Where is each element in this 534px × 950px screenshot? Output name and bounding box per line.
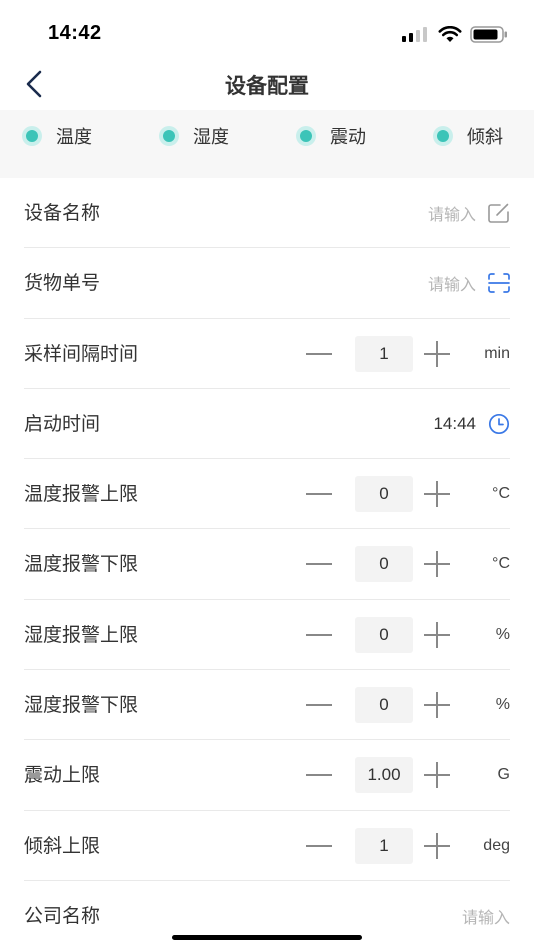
edit-icon[interactable] bbox=[488, 202, 510, 224]
wifi-icon bbox=[438, 25, 462, 42]
humidity-lower-value[interactable]: 0 bbox=[355, 687, 413, 724]
minus-icon[interactable] bbox=[302, 547, 336, 581]
minus-icon[interactable] bbox=[302, 829, 336, 863]
config-form: 设备名称 请输入 货物单号 请输入 采样间隔时间 1 min 启动时间 14:4… bbox=[0, 178, 534, 950]
home-indicator[interactable] bbox=[172, 935, 362, 940]
sensor-option-humidity[interactable]: 湿度 bbox=[159, 123, 229, 149]
plus-icon[interactable] bbox=[420, 547, 454, 581]
plus-icon[interactable] bbox=[420, 758, 454, 792]
unit-label: min bbox=[484, 344, 510, 362]
field-label: 公司名称 bbox=[24, 904, 101, 927]
temp-lower-stepper: 0 °C bbox=[302, 529, 510, 599]
start-time-value[interactable]: 14:44 bbox=[433, 414, 476, 434]
device-name-row: 设备名称 请输入 bbox=[24, 178, 510, 249]
humidity-lower-row: 湿度报警下限 0 % bbox=[24, 670, 510, 741]
status-time: 14:42 bbox=[48, 22, 102, 44]
minus-icon[interactable] bbox=[302, 477, 336, 511]
start-time-row: 启动时间 14:44 bbox=[24, 389, 510, 460]
temp-upper-row: 温度报警上限 0 °C bbox=[24, 459, 510, 530]
minus-icon[interactable] bbox=[302, 688, 336, 722]
humidity-upper-row: 湿度报警上限 0 % bbox=[24, 600, 510, 671]
vibration-upper-row: 震动上限 1.00 G bbox=[24, 740, 510, 811]
radio-checked-icon bbox=[296, 126, 316, 146]
field-label: 湿度报警下限 bbox=[24, 694, 139, 717]
sensor-label: 倾斜 bbox=[467, 127, 503, 148]
status-icons bbox=[402, 25, 508, 43]
plus-icon[interactable] bbox=[420, 337, 454, 371]
status-bar: 14:42 bbox=[0, 0, 534, 60]
tilt-upper-value[interactable]: 1 bbox=[355, 827, 413, 864]
sensor-label: 湿度 bbox=[193, 127, 229, 148]
field-label: 湿度报警上限 bbox=[24, 623, 139, 646]
cargo-number-input[interactable]: 请输入 bbox=[428, 271, 476, 295]
unit-label: % bbox=[495, 625, 510, 643]
sensor-selector: 温度 湿度 震动 倾斜 bbox=[0, 110, 534, 178]
temp-upper-value[interactable]: 0 bbox=[355, 476, 413, 513]
sensor-option-temperature[interactable]: 温度 bbox=[22, 123, 92, 149]
humidity-upper-stepper: 0 % bbox=[302, 600, 510, 670]
minus-icon[interactable] bbox=[302, 618, 336, 652]
unit-label: deg bbox=[483, 836, 510, 854]
battery-icon bbox=[470, 25, 507, 43]
field-label: 货物单号 bbox=[24, 272, 101, 295]
cargo-number-row: 货物单号 请输入 bbox=[24, 248, 510, 319]
field-label: 温度报警下限 bbox=[24, 553, 139, 576]
temp-lower-row: 温度报警下限 0 °C bbox=[24, 529, 510, 600]
sample-interval-value[interactable]: 1 bbox=[355, 335, 413, 372]
radio-checked-icon bbox=[159, 126, 179, 146]
radio-checked-icon bbox=[22, 126, 42, 146]
field-label: 温度报警上限 bbox=[24, 483, 139, 506]
company-name-input[interactable]: 请输入 bbox=[462, 904, 510, 928]
unit-label: % bbox=[495, 696, 510, 714]
field-label: 启动时间 bbox=[24, 412, 101, 435]
sensor-label: 温度 bbox=[56, 127, 92, 148]
temp-upper-stepper: 0 °C bbox=[302, 459, 510, 529]
clock-icon[interactable] bbox=[488, 413, 510, 435]
plus-icon[interactable] bbox=[420, 829, 454, 863]
humidity-lower-stepper: 0 % bbox=[302, 670, 510, 740]
device-name-input[interactable]: 请输入 bbox=[428, 201, 476, 225]
field-label: 采样间隔时间 bbox=[24, 342, 139, 365]
sensor-option-tilt[interactable]: 倾斜 bbox=[433, 123, 503, 149]
sample-interval-stepper: 1 min bbox=[302, 319, 510, 389]
field-label: 倾斜上限 bbox=[24, 834, 101, 857]
humidity-upper-value[interactable]: 0 bbox=[355, 616, 413, 653]
unit-label: °C bbox=[492, 485, 510, 503]
plus-icon[interactable] bbox=[420, 688, 454, 722]
nav-bar: 设备配置 bbox=[0, 60, 534, 110]
scan-icon[interactable] bbox=[488, 272, 510, 294]
tilt-upper-row: 倾斜上限 1 deg bbox=[24, 811, 510, 881]
plus-icon[interactable] bbox=[420, 618, 454, 652]
sensor-label: 震动 bbox=[330, 127, 366, 148]
vibration-upper-value[interactable]: 1.00 bbox=[355, 757, 413, 794]
tilt-upper-stepper: 1 deg bbox=[302, 811, 510, 881]
plus-icon[interactable] bbox=[420, 477, 454, 511]
field-label: 震动上限 bbox=[24, 764, 101, 787]
unit-label: °C bbox=[492, 555, 510, 573]
unit-label: G bbox=[497, 766, 510, 784]
signal-icon bbox=[402, 27, 427, 42]
field-label: 设备名称 bbox=[24, 202, 101, 224]
page-title: 设备配置 bbox=[225, 74, 309, 98]
temp-lower-value[interactable]: 0 bbox=[355, 546, 413, 583]
sample-interval-row: 采样间隔时间 1 min bbox=[24, 319, 510, 389]
vibration-upper-stepper: 1.00 G bbox=[302, 740, 510, 810]
minus-icon[interactable] bbox=[302, 337, 336, 371]
radio-checked-icon bbox=[433, 126, 453, 146]
sensor-option-vibration[interactable]: 震动 bbox=[296, 123, 366, 149]
minus-icon[interactable] bbox=[302, 758, 336, 792]
